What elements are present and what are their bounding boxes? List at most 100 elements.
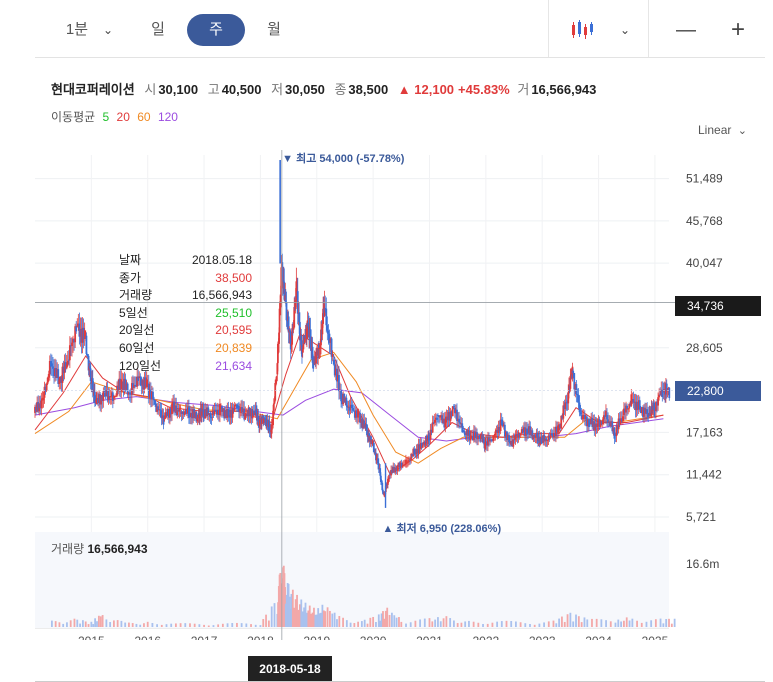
volume-bar: [151, 622, 154, 627]
candle-body: [370, 436, 372, 440]
volume-bar: [434, 619, 437, 627]
period-1min[interactable]: 1분: [62, 14, 92, 46]
volume-bar: [357, 621, 360, 627]
chevron-down-icon[interactable]: ⌄: [98, 14, 118, 46]
volume-bar: [62, 623, 65, 627]
price-chart[interactable]: 51,489 45,768 40,047 28,605 17,163 11,442 5,72…: [0, 140, 773, 640]
volume-bar: [543, 622, 545, 627]
x-tick-label: 2018: [247, 634, 274, 640]
volume-bar: [605, 620, 607, 627]
volume-value: 16,566,943: [531, 82, 597, 97]
volume-bar: [174, 623, 177, 627]
volume-bar: [217, 624, 220, 627]
high-value: 40,500: [221, 82, 262, 97]
volume-bar: [254, 624, 257, 627]
volume-bar: [120, 620, 123, 627]
volume-bar: [449, 618, 452, 627]
candle-body: [46, 377, 49, 384]
ohlc-info: 현대코퍼레이션 시 30,100 고 40,500 저 30,050 종 38,500 …: [51, 79, 602, 98]
candle-body: [431, 422, 434, 433]
period-month[interactable]: 월: [259, 14, 289, 46]
volume-bar: [654, 619, 657, 627]
low-label: 저: [271, 82, 284, 97]
candle-body: [159, 409, 162, 411]
tooltip-value: 25,510: [215, 305, 252, 320]
candle-body: [40, 400, 43, 409]
volume-bar: [375, 622, 377, 627]
candle-body: [350, 404, 353, 409]
volume-bar: [558, 618, 561, 627]
candle-body: [345, 397, 348, 406]
volume-bar: [555, 623, 558, 627]
candle-body: [272, 410, 275, 426]
candle-body: [572, 370, 575, 374]
volume-bar: [245, 623, 248, 627]
high-annotation: ▼ 최고 54,000 (-57.78%): [282, 151, 405, 165]
candle-body: [102, 391, 105, 401]
volume-bar: [94, 618, 97, 627]
volume-bar: [84, 621, 87, 627]
chevron-down-icon[interactable]: ⌄: [615, 14, 635, 46]
candle-chart-icon[interactable]: [566, 14, 600, 46]
candle-body: [162, 415, 165, 425]
candle-body: [514, 435, 517, 440]
volume-bar: [445, 616, 448, 627]
volume-bar: [250, 624, 252, 627]
candle-body: [66, 360, 69, 365]
zoom-out-button[interactable]: —: [672, 14, 700, 46]
volume-bar: [203, 624, 205, 627]
volume-bar: [628, 620, 631, 627]
volume-bar: [90, 621, 93, 627]
candle-body: [579, 412, 582, 415]
ma5-legend[interactable]: 5: [103, 110, 110, 124]
period-week[interactable]: 주: [187, 14, 245, 46]
scale-select[interactable]: Linear ⌄: [698, 123, 747, 137]
candle-body: [153, 399, 155, 401]
x-tick-label: 2023: [529, 634, 556, 640]
chevron-down-icon: ⌄: [737, 125, 747, 137]
volume-bar: [482, 623, 484, 627]
volume-bar: [645, 621, 648, 627]
candle-body: [577, 394, 580, 403]
zoom-in-button[interactable]: +: [724, 14, 752, 46]
tooltip-value: 20,839: [215, 340, 252, 355]
ma60-legend[interactable]: 60: [137, 110, 150, 124]
volume-bar: [500, 621, 503, 627]
candle-body: [219, 403, 221, 416]
volume-bar: [600, 619, 603, 627]
high-label: 고: [207, 82, 220, 97]
volume-bar: [609, 621, 612, 627]
candle-body: [214, 409, 217, 411]
volume-bar: [398, 617, 400, 627]
volume-bar: [54, 621, 57, 627]
ma120-legend[interactable]: 120: [158, 110, 178, 124]
volume-bar: [66, 622, 68, 627]
volume-bar: [563, 621, 566, 627]
period-day[interactable]: 일: [143, 14, 173, 46]
volume-bar: [419, 619, 421, 627]
volume-bar: [442, 618, 445, 627]
volume-bar: [510, 621, 513, 627]
tooltip-key: 60일선: [119, 340, 155, 355]
volume-bar: [460, 622, 463, 627]
y-tick-label: 11,442: [686, 468, 722, 482]
open-value: 30,100: [158, 82, 199, 97]
candle-body: [668, 387, 671, 399]
low-annotation: ▲ 최저 6,950 (228.06%): [383, 521, 502, 535]
ma20-legend[interactable]: 20: [117, 110, 130, 124]
volume-bar: [395, 617, 398, 627]
tooltip-value: 16,566,943: [191, 288, 252, 303]
volume-bar: [670, 623, 673, 627]
volume-bar: [128, 622, 130, 627]
volume-bar: [472, 621, 475, 627]
tooltip-key: 5일선: [119, 305, 148, 320]
volume-bar: [193, 623, 196, 627]
volume-bar: [552, 620, 555, 627]
candle-body: [103, 391, 106, 393]
volume-bar: [124, 622, 127, 627]
volume-bar: [561, 616, 563, 627]
y-tick-label: 51,489: [686, 172, 723, 186]
volume-bar: [236, 622, 238, 627]
volume-bar: [591, 618, 593, 627]
volume-bar: [468, 620, 470, 627]
